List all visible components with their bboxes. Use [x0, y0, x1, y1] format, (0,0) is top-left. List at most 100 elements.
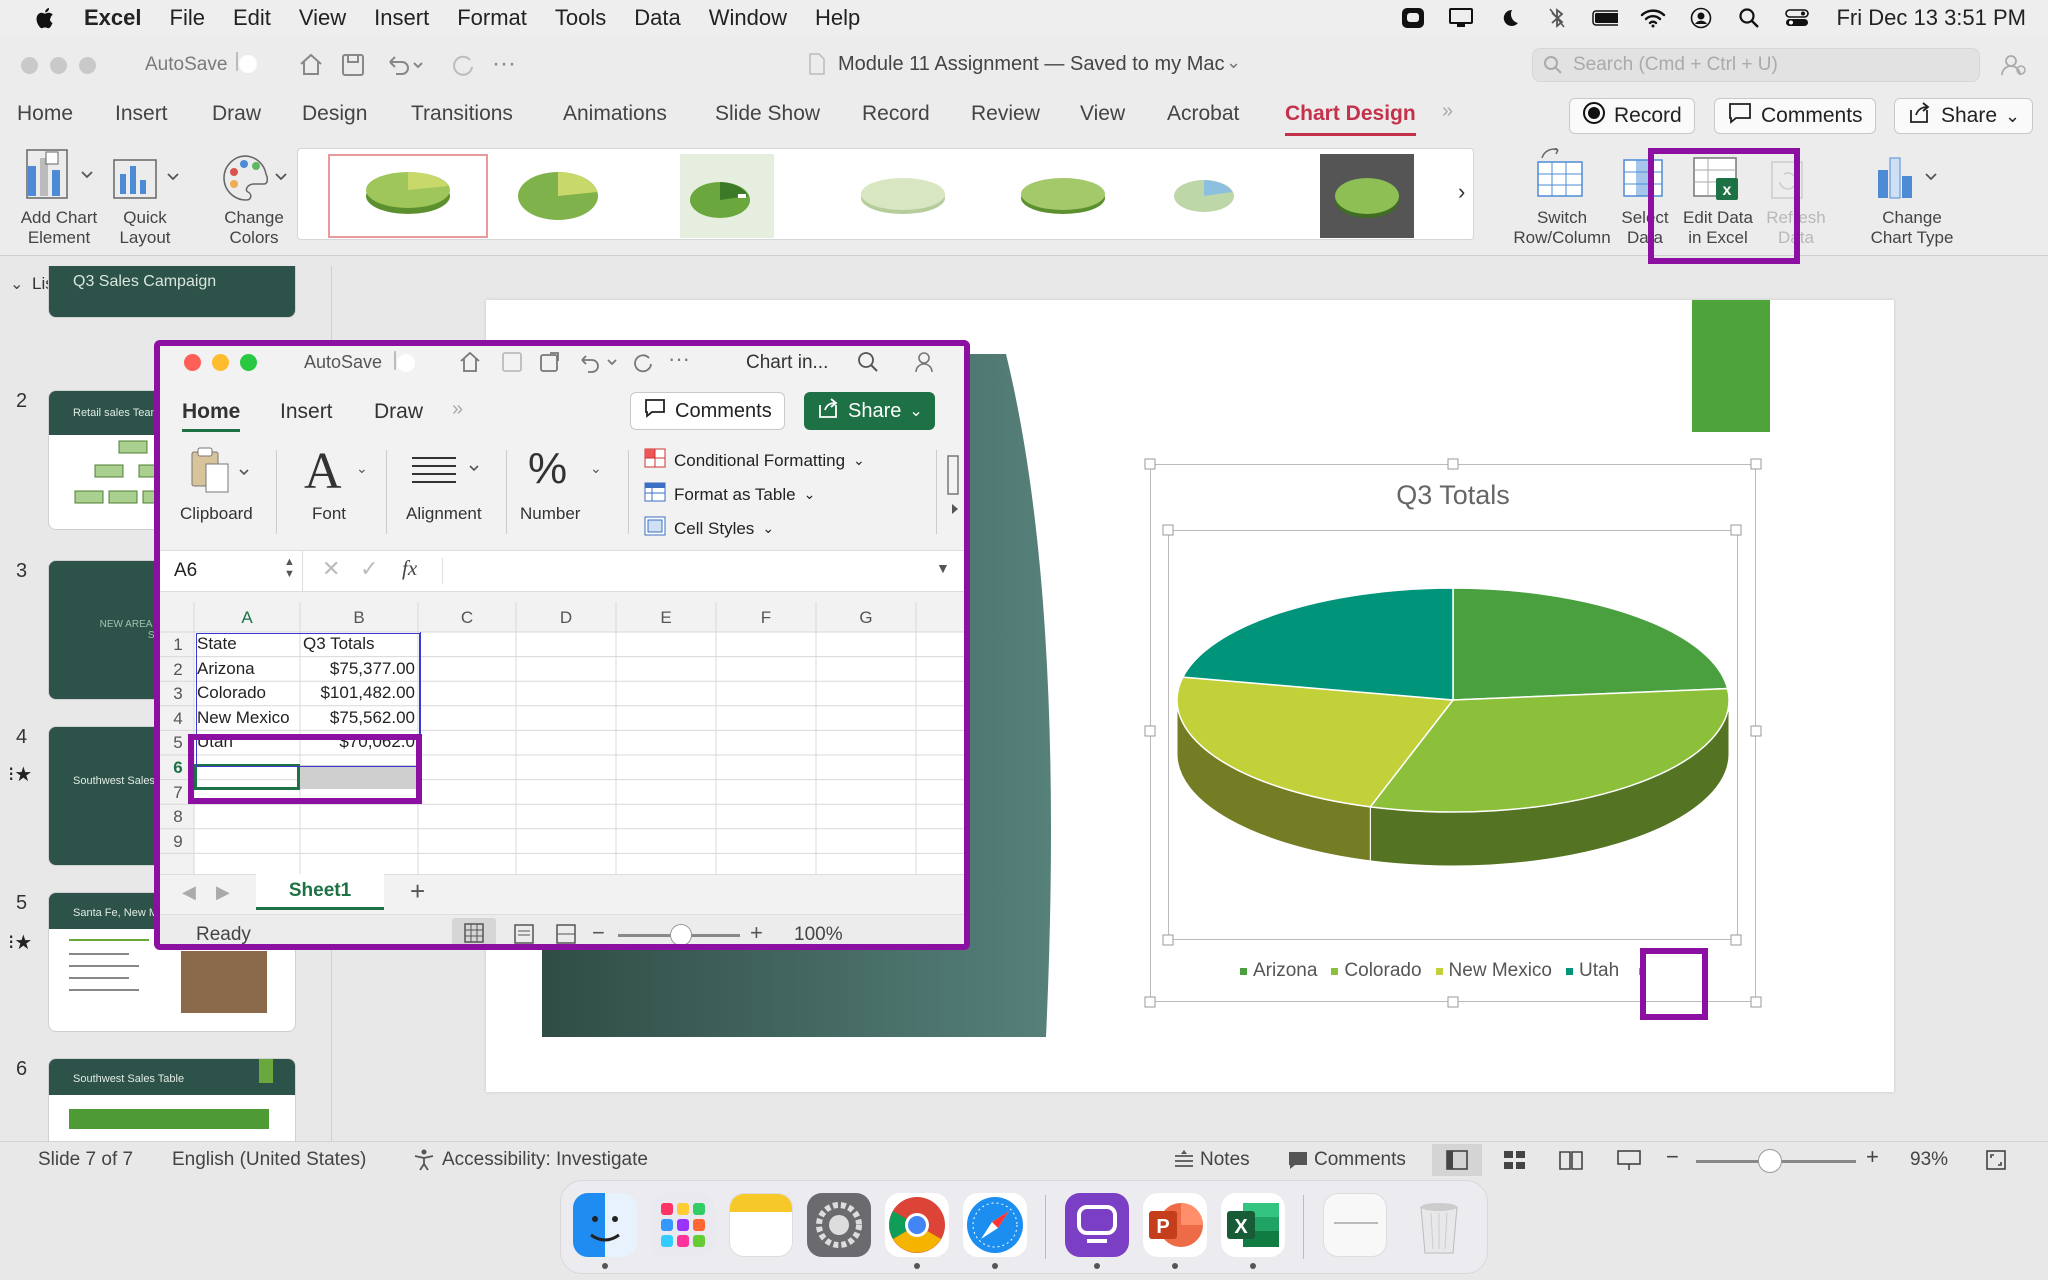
excel-undo-icon[interactable] [576, 350, 622, 379]
menu-insert[interactable]: Insert [374, 5, 429, 31]
clipboard-icon[interactable] [188, 446, 258, 503]
cell-b4[interactable]: $75,562.00 [303, 705, 415, 731]
switch-row-column-icon[interactable] [1532, 147, 1588, 205]
account-icon[interactable] [2000, 52, 2028, 83]
user-icon[interactable] [1688, 7, 1714, 29]
chart-style-5[interactable] [998, 154, 1128, 238]
excel-window-title[interactable]: Chart in... [746, 352, 828, 374]
excel-icon[interactable]: X [1221, 1193, 1285, 1257]
powerpoint-icon[interactable]: P [1143, 1193, 1207, 1257]
zoom-out-icon[interactable]: − [592, 920, 605, 944]
record-button[interactable]: Record [1569, 98, 1695, 134]
normal-view-button[interactable] [452, 918, 496, 944]
row-header-4[interactable]: 4 [164, 709, 192, 729]
ppt-document-title[interactable]: Module 11 Assignment — Saved to my Mac [838, 53, 1224, 76]
ppt-autosave-toggle[interactable] [236, 52, 238, 71]
legend-item-new-mexico[interactable]: New Mexico [1435, 960, 1552, 982]
chevron-down-icon[interactable]: ⌄ [356, 460, 368, 477]
chevron-down-icon[interactable]: ⌄ [1226, 52, 1241, 73]
font-label[interactable]: Font [312, 504, 346, 524]
excel-redo-icon[interactable] [630, 350, 654, 379]
change-chart-type-label[interactable]: Change Chart Type [1858, 208, 1966, 248]
status-slide-count[interactable]: Slide 7 of 7 [38, 1149, 133, 1171]
chart-style-1[interactable] [328, 154, 488, 238]
menu-format[interactable]: Format [457, 5, 527, 31]
ppt-zoom-out-icon[interactable]: − [1666, 1144, 1679, 1170]
tab-view[interactable]: View [1080, 102, 1125, 126]
tab-transitions[interactable]: Transitions [411, 102, 513, 126]
cell-a2[interactable]: Arizona [197, 656, 297, 682]
ppt-zoom-slider-thumb[interactable] [1758, 1149, 1782, 1173]
excel-save-as-icon[interactable] [538, 350, 562, 379]
menubar-datetime[interactable]: Fri Dec 13 3:51 PM [1836, 5, 2026, 31]
number-label[interactable]: Number [520, 504, 580, 524]
share-button[interactable]: Share ⌄ [1894, 98, 2034, 134]
quick-layout-icon[interactable] [112, 150, 182, 207]
page-layout-view-icon[interactable] [512, 922, 536, 944]
change-colors-label[interactable]: Change Colors [212, 208, 296, 248]
change-colors-icon[interactable] [220, 150, 290, 207]
excel-save-icon[interactable] [500, 350, 524, 379]
excel-share-button[interactable]: Share ⌄ [804, 392, 935, 430]
chevron-down-icon[interactable]: ⌄ [590, 460, 602, 477]
excel-account-icon[interactable] [914, 350, 940, 379]
minimized-window-icon[interactable] [1323, 1193, 1387, 1257]
column-header-g[interactable]: G [816, 608, 916, 628]
chart-style-4[interactable] [838, 154, 968, 238]
quick-layout-label[interactable]: Quick Layout [106, 208, 184, 248]
excel-zoom-level[interactable]: 100% [794, 924, 843, 944]
excel-autosave-toggle[interactable] [394, 351, 396, 370]
excel-more-tabs-icon[interactable]: » [452, 398, 463, 421]
control-center-icon[interactable] [1784, 7, 1810, 29]
status-comments[interactable]: Comments [1314, 1149, 1406, 1171]
change-chart-type-icon[interactable] [1874, 150, 1944, 207]
row-header-2[interactable]: 2 [164, 660, 192, 680]
column-header-d[interactable]: D [516, 608, 616, 628]
zoom-slider-thumb[interactable] [670, 924, 692, 944]
excel-tab-insert[interactable]: Insert [280, 400, 333, 424]
cell-b1[interactable]: Q3 Totals [303, 631, 415, 657]
screen-recorder-icon[interactable] [1400, 7, 1426, 29]
launchpad-icon[interactable] [651, 1193, 715, 1257]
ppt-minimize-button[interactable] [50, 57, 67, 74]
excel-close-button[interactable] [184, 354, 201, 371]
chat-app-icon[interactable] [1065, 1193, 1129, 1257]
column-header-b[interactable]: B [300, 608, 418, 628]
excel-ribbon-overflow-icon[interactable] [946, 454, 964, 519]
normal-view-button[interactable] [1432, 1144, 1482, 1176]
menu-help[interactable]: Help [815, 5, 860, 31]
wifi-icon[interactable] [1640, 7, 1666, 29]
name-box[interactable]: A6 [174, 560, 197, 582]
sheet-prev-icon[interactable]: ◀ [182, 882, 196, 903]
comments-button[interactable]: Comments [1714, 98, 1876, 134]
cell-styles-button[interactable]: Cell Styles ⌄ [644, 516, 774, 541]
panel-chevron-icon[interactable]: ⌄ [10, 274, 23, 294]
slide-show-icon[interactable] [1616, 1148, 1642, 1177]
tab-design[interactable]: Design [302, 102, 367, 126]
menu-window[interactable]: Window [709, 5, 787, 31]
tab-acrobat[interactable]: Acrobat [1167, 102, 1239, 126]
cell-b3[interactable]: $101,482.00 [303, 680, 415, 706]
sheet-next-icon[interactable]: ▶ [216, 882, 230, 903]
alignment-icon[interactable] [410, 450, 490, 499]
format-as-table-button[interactable]: Format as Table ⌄ [644, 482, 815, 507]
slide-thumb-1[interactable]: Q3 Sales Campaign [48, 266, 296, 318]
column-header-f[interactable]: F [716, 608, 816, 628]
cell-a4[interactable]: New Mexico [197, 705, 297, 731]
font-icon[interactable]: A [304, 442, 342, 501]
home-icon[interactable] [298, 52, 324, 83]
name-box-stepper-icon[interactable]: ▲ ▼ [284, 556, 295, 580]
formula-expand-icon[interactable]: ▼ [936, 560, 950, 576]
tab-review[interactable]: Review [971, 102, 1040, 126]
status-comment-icon[interactable] [1286, 1148, 1310, 1177]
reading-view-icon[interactable] [1558, 1148, 1584, 1177]
excel-tab-home[interactable]: Home [182, 400, 241, 432]
add-sheet-icon[interactable]: + [410, 876, 425, 907]
page-break-view-icon[interactable] [554, 922, 578, 944]
tab-slide-show[interactable]: Slide Show [715, 102, 820, 126]
fx-icon[interactable]: fx [402, 556, 417, 581]
safari-icon[interactable] [963, 1193, 1027, 1257]
cell-a1[interactable]: State [197, 631, 297, 657]
excel-window[interactable]: AutoSave ··· Chart in... Home Insert Dra… [154, 340, 970, 950]
switch-row-column-label[interactable]: Switch Row/Column [1506, 208, 1618, 248]
